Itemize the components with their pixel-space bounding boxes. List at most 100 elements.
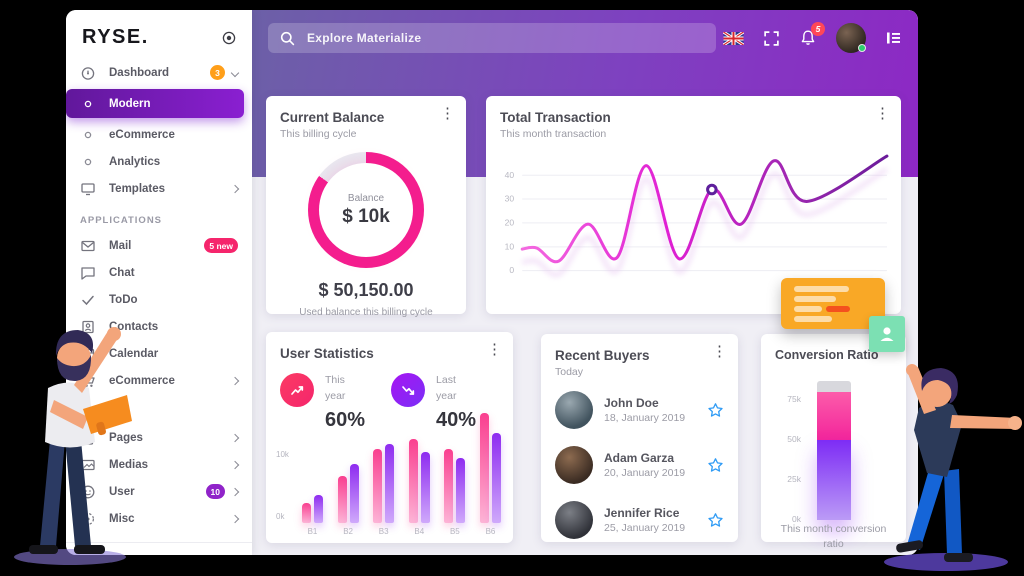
kebab-menu-icon[interactable]: ⋮ bbox=[712, 344, 727, 359]
card-title: User Statistics bbox=[280, 346, 499, 361]
fullscreen-icon[interactable] bbox=[763, 30, 780, 47]
sidebar-section-user-interface: USER INTERFACE bbox=[66, 542, 252, 555]
sidebar-item-label: Medias bbox=[109, 459, 148, 471]
check-icon bbox=[80, 292, 96, 308]
conversion-ratio-card: Conversion Ratio 75k50k25k0k This month … bbox=[761, 334, 906, 542]
notifications-bell-icon[interactable]: 5 bbox=[799, 29, 817, 47]
online-status-dot bbox=[858, 44, 866, 52]
card-title: Current Balance bbox=[280, 110, 452, 125]
navbar-icons: 5 bbox=[723, 23, 902, 53]
buyer-row: Jennifer Rice25, January 2019 bbox=[541, 492, 738, 547]
bar-group-B2: B2 bbox=[338, 403, 359, 537]
buyer-row: John Doe18, January 2019 bbox=[541, 382, 738, 437]
recent-buyers-card: Recent Buyers Today ⋮ John Doe18, Januar… bbox=[541, 334, 738, 542]
sidebar-item-label: eCommerce bbox=[109, 375, 175, 387]
user-avatar[interactable] bbox=[836, 23, 866, 53]
bar-category-label: B1 bbox=[308, 527, 318, 537]
sidebar-item-contacts[interactable]: Contacts bbox=[66, 313, 252, 340]
sidebar-badge: 10 bbox=[206, 484, 225, 499]
sidebar-item-ecommerce[interactable]: eCommerce bbox=[66, 367, 252, 394]
logo-row: RYSE. bbox=[66, 10, 252, 59]
cart-icon bbox=[80, 373, 96, 389]
sidebar-item-medias[interactable]: Medias bbox=[66, 451, 252, 478]
sidebar-item-todo[interactable]: ToDo bbox=[66, 286, 252, 313]
sidebar-item-mail[interactable]: Mail5 new bbox=[66, 232, 252, 259]
sidebar-item-ecommerce[interactable]: eCommerce bbox=[66, 121, 252, 148]
media-icon bbox=[80, 457, 96, 473]
chevron-down-icon bbox=[231, 68, 239, 76]
decorative-line bbox=[794, 286, 849, 292]
card-title: Recent Buyers bbox=[555, 348, 724, 363]
face-icon bbox=[80, 484, 96, 500]
bar-this-year bbox=[338, 476, 347, 523]
sidebar-item-templates[interactable]: Templates bbox=[66, 175, 252, 202]
kebab-menu-icon[interactable]: ⋮ bbox=[487, 342, 502, 357]
buyer-name: Jennifer Rice bbox=[604, 506, 685, 520]
bar-last-year bbox=[350, 464, 359, 523]
bar-this-year bbox=[480, 413, 489, 523]
calendar-icon bbox=[80, 346, 96, 362]
sidebar-item-label: Mail bbox=[109, 240, 131, 252]
user-statistics-bar-chart: 10k0kB1B2B3B4B5B6 bbox=[274, 403, 505, 537]
sidebar-item-pages[interactable]: Pages bbox=[66, 424, 252, 451]
user-statistics-card: User Statistics ⋮ Thisyear60%Lastyear40%… bbox=[266, 332, 513, 543]
kebab-menu-icon[interactable]: ⋮ bbox=[875, 106, 890, 121]
card-subtitle: Today bbox=[555, 366, 724, 378]
chevron-right-icon bbox=[231, 487, 239, 495]
timer-icon bbox=[80, 65, 96, 81]
bar-this-year bbox=[444, 449, 453, 523]
chevron-right-icon bbox=[231, 184, 239, 192]
right-panel-toggle-icon[interactable] bbox=[885, 30, 902, 46]
sidebar-item-analytics[interactable]: Analytics bbox=[66, 148, 252, 175]
kebab-menu-icon[interactable]: ⋮ bbox=[440, 106, 455, 121]
sidebar-item-modern[interactable]: Modern bbox=[66, 89, 244, 118]
sidebar-item-label: Misc bbox=[109, 513, 135, 525]
chevron-right-icon bbox=[231, 433, 239, 441]
donut-label: Balance bbox=[348, 193, 384, 204]
svg-text:0: 0 bbox=[509, 265, 514, 275]
chevron-right-icon bbox=[231, 460, 239, 468]
conversion-tick: 75k bbox=[775, 394, 801, 404]
bar-this-year bbox=[409, 439, 418, 523]
sidebar-item-label: Chat bbox=[109, 267, 135, 279]
star-icon[interactable] bbox=[707, 512, 724, 529]
star-icon[interactable] bbox=[707, 457, 724, 474]
search-input[interactable] bbox=[307, 31, 704, 45]
star-icon[interactable] bbox=[707, 402, 724, 419]
sidebar-item-chat[interactable]: Chat bbox=[66, 259, 252, 286]
target-icon bbox=[80, 511, 96, 527]
svg-text:10: 10 bbox=[505, 241, 515, 251]
chevron-right-icon bbox=[231, 376, 239, 384]
sidebar-item-dashboard[interactable]: Dashboard3 bbox=[66, 59, 252, 86]
dot-icon bbox=[80, 154, 96, 170]
search-box[interactable] bbox=[268, 23, 716, 53]
conversion-tick: 25k bbox=[775, 474, 801, 484]
donut-center: Balance $ 10k bbox=[319, 163, 413, 257]
bar-group-B4: B4 bbox=[409, 403, 430, 537]
search-icon bbox=[280, 31, 295, 46]
language-flag-icon[interactable] bbox=[723, 32, 744, 45]
trend-up-icon bbox=[280, 373, 314, 407]
donut-value: $ 10k bbox=[342, 206, 390, 228]
buyer-date: 18, January 2019 bbox=[604, 412, 685, 424]
decorative-line bbox=[794, 306, 822, 312]
conversion-segment-cap bbox=[817, 381, 851, 392]
buyers-list: John Doe18, January 2019Adam Garza20, Ja… bbox=[541, 382, 738, 547]
sidebar-item-misc[interactable]: Misc bbox=[66, 505, 252, 532]
balance-footer: Used balance this billing cycle bbox=[266, 307, 466, 318]
bar-last-year bbox=[421, 452, 430, 523]
svg-text:20: 20 bbox=[505, 217, 515, 227]
sidebar-section-applications: APPLICATIONS bbox=[66, 215, 252, 226]
sidebar-pin-icon[interactable] bbox=[222, 31, 236, 45]
buyer-avatar bbox=[555, 446, 593, 484]
chat-icon bbox=[80, 265, 96, 281]
bar-last-year bbox=[456, 458, 465, 523]
sidebar-item-user[interactable]: User10 bbox=[66, 478, 252, 505]
card-subtitle: This billing cycle bbox=[280, 128, 452, 140]
bar-category-label: B4 bbox=[414, 527, 424, 537]
conversion-segment-lower bbox=[817, 440, 851, 520]
contacts-icon bbox=[80, 319, 96, 335]
bar-last-year bbox=[314, 495, 323, 523]
sidebar-item-calendar[interactable]: Calendar bbox=[66, 340, 252, 367]
desktop-background: RYSE. Dashboard3ModerneCommerceAnalytics… bbox=[0, 0, 1024, 576]
